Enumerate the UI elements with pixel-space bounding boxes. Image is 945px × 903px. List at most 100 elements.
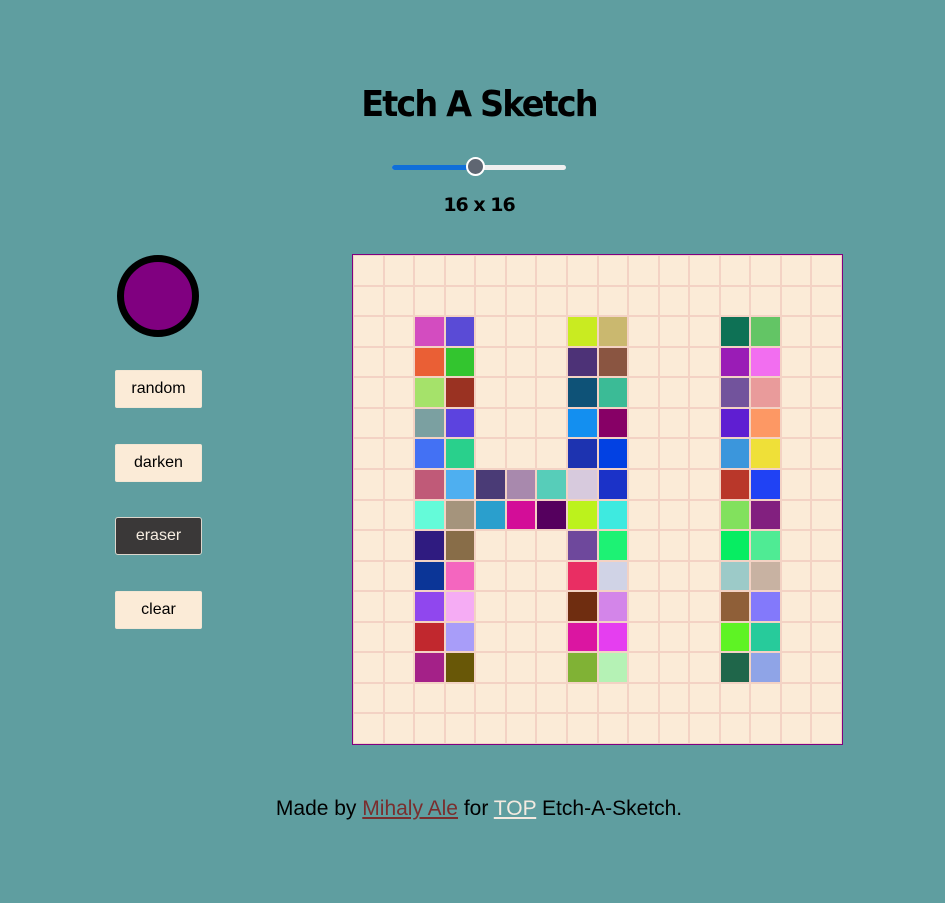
grid-cell[interactable] xyxy=(414,377,445,408)
grid-cell[interactable] xyxy=(536,621,567,653)
grid-cell[interactable] xyxy=(780,316,812,347)
grid-cell[interactable] xyxy=(689,591,720,622)
grid-cell[interactable] xyxy=(780,255,812,286)
grid-cell[interactable] xyxy=(750,377,781,408)
grid-cell[interactable] xyxy=(383,591,415,622)
grid-cell[interactable] xyxy=(475,621,506,653)
grid-cell[interactable] xyxy=(628,682,659,714)
grid-cell[interactable] xyxy=(628,652,659,683)
grid-cell[interactable] xyxy=(536,530,567,561)
grid-cell[interactable] xyxy=(566,468,598,500)
grid-cell[interactable] xyxy=(505,530,537,561)
grid-cell[interactable] xyxy=(414,713,445,744)
grid-cell[interactable] xyxy=(780,285,812,317)
grid-cell[interactable] xyxy=(719,255,751,286)
grid-cell[interactable] xyxy=(780,713,812,744)
grid-cell[interactable] xyxy=(628,530,659,561)
grid-cell[interactable] xyxy=(628,316,659,347)
grid-cell[interactable] xyxy=(566,285,598,317)
grid-cell[interactable] xyxy=(750,316,781,347)
grid-cell[interactable] xyxy=(780,407,812,439)
grid-cell[interactable] xyxy=(689,652,720,683)
grid-cell[interactable] xyxy=(750,407,781,439)
grid-cell[interactable] xyxy=(780,682,812,714)
grid-cell[interactable] xyxy=(536,407,567,439)
grid-cell[interactable] xyxy=(353,530,384,561)
grid-cell[interactable] xyxy=(353,468,384,500)
grid-cell[interactable] xyxy=(353,652,384,683)
grid-cell[interactable] xyxy=(689,377,720,408)
grid-cell[interactable] xyxy=(353,377,384,408)
grid-cell[interactable] xyxy=(444,682,476,714)
grid-cell[interactable] xyxy=(597,438,629,469)
grid-cell[interactable] xyxy=(628,621,659,653)
grid-cell[interactable] xyxy=(811,499,842,531)
grid-cell[interactable] xyxy=(750,560,781,592)
grid-cell[interactable] xyxy=(414,346,445,378)
grid-cell[interactable] xyxy=(414,560,445,592)
grid-cell[interactable] xyxy=(811,591,842,622)
grid-cell[interactable] xyxy=(811,316,842,347)
grid-cell[interactable] xyxy=(353,438,384,469)
grid-cell[interactable] xyxy=(505,346,537,378)
grid-cell[interactable] xyxy=(414,438,445,469)
grid-cell[interactable] xyxy=(628,346,659,378)
top-link[interactable]: TOP xyxy=(494,797,536,820)
grid-cell[interactable] xyxy=(780,377,812,408)
grid-cell[interactable] xyxy=(658,682,690,714)
grid-cell[interactable] xyxy=(719,438,751,469)
grid-cell[interactable] xyxy=(414,468,445,500)
grid-cell[interactable] xyxy=(597,407,629,439)
grid-cell[interactable] xyxy=(414,499,445,531)
grid-cell[interactable] xyxy=(505,255,537,286)
grid-cell[interactable] xyxy=(811,407,842,439)
grid-cell[interactable] xyxy=(628,438,659,469)
grid-cell[interactable] xyxy=(444,407,476,439)
grid-cell[interactable] xyxy=(444,346,476,378)
grid-cell[interactable] xyxy=(811,621,842,653)
grid-cell[interactable] xyxy=(719,377,751,408)
grid-cell[interactable] xyxy=(658,377,690,408)
grid-cell[interactable] xyxy=(597,255,629,286)
grid-cell[interactable] xyxy=(475,316,506,347)
grid-cell[interactable] xyxy=(689,560,720,592)
grid-cell[interactable] xyxy=(628,713,659,744)
grid-cell[interactable] xyxy=(353,621,384,653)
grid-cell[interactable] xyxy=(811,560,842,592)
grid-cell[interactable] xyxy=(475,682,506,714)
grid-cell[interactable] xyxy=(475,407,506,439)
grid-cell[interactable] xyxy=(444,316,476,347)
grid-cell[interactable] xyxy=(597,346,629,378)
grid-cell[interactable] xyxy=(811,285,842,317)
grid-cell[interactable] xyxy=(689,407,720,439)
grid-cell[interactable] xyxy=(536,468,567,500)
grid-cell[interactable] xyxy=(658,468,690,500)
grid-cell[interactable] xyxy=(780,652,812,683)
grid-cell[interactable] xyxy=(414,621,445,653)
grid-cell[interactable] xyxy=(811,377,842,408)
grid-cell[interactable] xyxy=(719,316,751,347)
grid-cell[interactable] xyxy=(505,682,537,714)
grid-cell[interactable] xyxy=(444,285,476,317)
grid-cell[interactable] xyxy=(383,316,415,347)
grid-cell[interactable] xyxy=(383,621,415,653)
grid-cell[interactable] xyxy=(414,407,445,439)
grid-cell[interactable] xyxy=(566,316,598,347)
grid-cell[interactable] xyxy=(414,652,445,683)
grid-cell[interactable] xyxy=(628,377,659,408)
grid-cell[interactable] xyxy=(353,407,384,439)
grid-cell[interactable] xyxy=(750,713,781,744)
grid-cell[interactable] xyxy=(658,652,690,683)
grid-cell[interactable] xyxy=(689,316,720,347)
grid-cell[interactable] xyxy=(505,316,537,347)
grid-cell[interactable] xyxy=(414,591,445,622)
grid-cell[interactable] xyxy=(383,560,415,592)
grid-cell[interactable] xyxy=(414,530,445,561)
grid-size-slider[interactable] xyxy=(392,156,566,178)
grid-cell[interactable] xyxy=(689,621,720,653)
grid-cell[interactable] xyxy=(719,652,751,683)
grid-cell[interactable] xyxy=(780,499,812,531)
grid-cell[interactable] xyxy=(689,285,720,317)
grid-cell[interactable] xyxy=(353,346,384,378)
grid-cell[interactable] xyxy=(750,438,781,469)
